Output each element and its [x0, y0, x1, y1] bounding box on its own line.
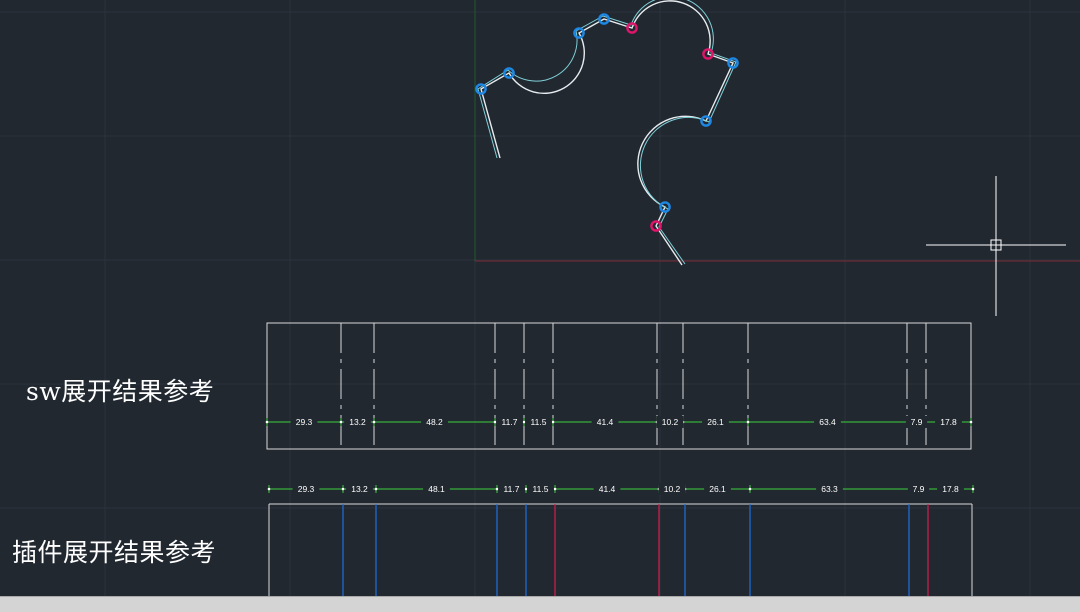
plugin-bend-lines [342, 504, 929, 596]
dimension-endpoint [522, 420, 526, 424]
dimension-label: 10.2 [664, 484, 681, 494]
dimension-endpoint [971, 487, 975, 491]
bend-point-markers [475, 13, 739, 232]
crosshair-cursor-icon [926, 176, 1066, 316]
sw-flat-pattern-outline[interactable] [266, 322, 972, 450]
dimension-label: 41.4 [597, 417, 614, 427]
dimension-endpoint [267, 487, 271, 491]
profile-inner-line [477, 0, 737, 265]
dimension-label: 17.8 [942, 484, 959, 494]
dimension-label: 48.1 [428, 484, 445, 494]
dimension-label: 26.1 [707, 417, 724, 427]
dimension-label: 7.9 [913, 484, 925, 494]
profile-outer-line [480, 0, 734, 266]
dimension-endpoint [341, 487, 345, 491]
dimension-endpoint [551, 420, 555, 424]
sw-bend-lines [340, 323, 927, 449]
sw-dimension-chain: 29.3 13.2 48.2 11.7 11.5 41.4 10.2 26.1 63.4 7.9 1… [265, 416, 973, 428]
dimension-label: 63.3 [821, 484, 838, 494]
dimension-label: 13.2 [351, 484, 368, 494]
dimension-label: 11.7 [502, 417, 518, 427]
dimension-endpoint [265, 420, 269, 424]
plugin-flat-pattern-outline[interactable] [268, 503, 973, 596]
plugin-dimension-chain: 29.3 13.2 48.1 11.7 11.5 41.4 10.2 26.1 63.3 7.9 1… [267, 483, 975, 495]
dimension-label: 10.2 [662, 417, 679, 427]
dimension-label: 11.5 [533, 484, 549, 494]
bent-profile[interactable] [477, 0, 737, 266]
dimension-endpoint [339, 420, 343, 424]
plugin-result-caption: 插件展开结果参考 [12, 538, 217, 567]
sw-result-caption: sw展开结果参考 [26, 377, 215, 406]
dimension-label: 63.4 [819, 417, 836, 427]
dimension-endpoint [553, 487, 557, 491]
dimension-label: 17.8 [940, 417, 957, 427]
dimension-label: 11.5 [531, 417, 547, 427]
dimension-endpoint [372, 420, 376, 424]
drawing-grid [0, 0, 1080, 611]
dimension-endpoint [969, 420, 973, 424]
dimension-label: 29.3 [298, 484, 315, 494]
dimension-endpoint [493, 420, 497, 424]
dimension-label: 13.2 [349, 417, 366, 427]
dimension-endpoint [748, 487, 752, 491]
dimension-endpoint [374, 487, 378, 491]
dimension-label: 29.3 [296, 417, 313, 427]
dimension-endpoint [524, 487, 528, 491]
dimension-endpoint [746, 420, 750, 424]
status-bar [0, 596, 1080, 612]
dimension-label: 26.1 [709, 484, 726, 494]
dimension-label: 7.9 [911, 417, 923, 427]
cad-drawing-canvas[interactable]: 29.3 13.2 48.2 11.7 11.5 41.4 10.2 26.1 63.4 7.9 1… [0, 0, 1080, 611]
dimension-label: 11.7 [504, 484, 520, 494]
dimension-label: 41.4 [599, 484, 616, 494]
dimension-label: 48.2 [426, 417, 443, 427]
dimension-endpoint [495, 487, 499, 491]
